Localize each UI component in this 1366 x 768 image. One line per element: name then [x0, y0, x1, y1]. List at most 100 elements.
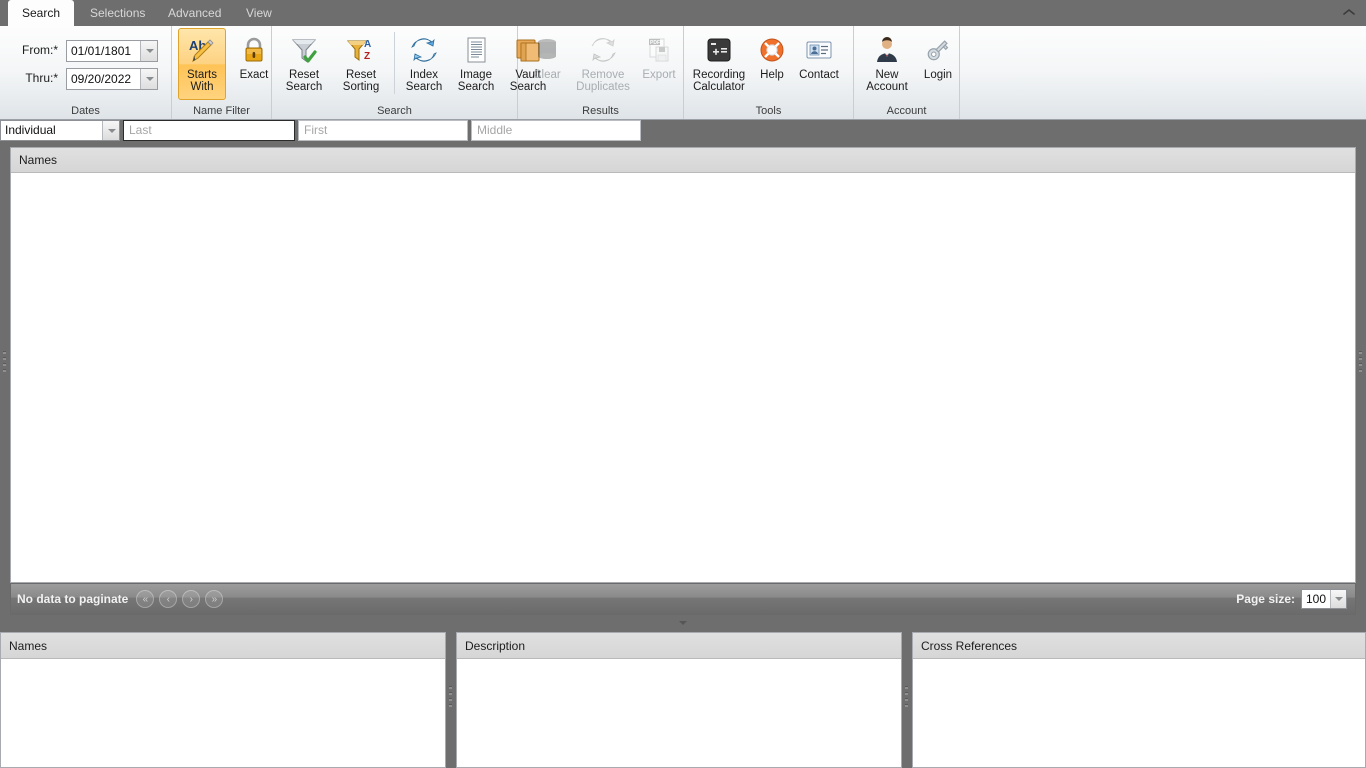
reset-search-label: Reset Search: [285, 69, 323, 93]
tab-selections-label: Selections: [90, 6, 146, 20]
record-type-select[interactable]: Individual: [0, 120, 120, 141]
right-splitter[interactable]: [1356, 147, 1366, 583]
ribbon-group-results: Clear Remove Duplicates PDF Export Resul…: [518, 26, 684, 119]
left-splitter[interactable]: [0, 147, 10, 583]
contact-button[interactable]: Contact: [794, 28, 844, 82]
recycle-arrows-icon: [588, 33, 618, 67]
reset-sorting-label: Reset Sorting: [342, 69, 380, 93]
clear-button[interactable]: Clear: [524, 28, 570, 82]
chevron-down-icon[interactable]: [102, 121, 119, 140]
from-date-dropdown-icon[interactable]: [140, 41, 157, 61]
ribbon: From:* 01/01/1801 Thru:* 09/20/2022 Date…: [0, 26, 1366, 120]
svg-text:Z: Z: [364, 51, 370, 62]
double-chevron-left-icon[interactable]: «: [136, 590, 155, 608]
calculator-icon: [704, 33, 734, 67]
remove-duplicates-button[interactable]: Remove Duplicates: [572, 28, 634, 94]
reset-sorting-button[interactable]: A Z Reset Sorting: [334, 28, 388, 94]
collapse-arrow-icon[interactable]: [677, 620, 689, 627]
first-name-input[interactable]: First: [298, 120, 468, 141]
thru-date-label: Thru:*: [25, 71, 58, 85]
ribbon-group-account-label: Account: [886, 105, 927, 117]
page-size-controls: Page size: 100: [1236, 589, 1355, 609]
chevron-up-icon[interactable]: [1340, 4, 1358, 22]
page-size-dropdown-icon[interactable]: [1330, 590, 1346, 608]
funnel-check-icon: [289, 33, 319, 67]
document-lines-icon: [461, 33, 491, 67]
new-account-button[interactable]: New Account: [858, 28, 916, 94]
page-size-label: Page size:: [1236, 592, 1295, 606]
svg-text:PDF: PDF: [650, 40, 660, 46]
ribbon-group-tools-label: Tools: [755, 105, 782, 117]
panel-description-header[interactable]: Description: [457, 633, 901, 659]
ribbon-group-results-label: Results: [582, 105, 619, 117]
panel-cross-references-header[interactable]: Cross References: [913, 633, 1365, 659]
ribbon-group-search: Reset Search A Z Reset Sorting Index Sea…: [272, 26, 546, 119]
from-date-picker[interactable]: 01/01/1801: [66, 40, 158, 62]
tab-selections[interactable]: Selections: [76, 0, 159, 26]
clear-label: Clear: [533, 69, 561, 81]
results-grid-header-names[interactable]: Names: [11, 148, 1355, 173]
from-date-label: From:*: [22, 43, 58, 57]
splitter-names-description[interactable]: [446, 632, 456, 768]
grip-dots-icon: [3, 351, 6, 379]
tab-advanced-label: Advanced: [168, 6, 222, 20]
search-criteria-bar: Individual Last First Middle: [0, 120, 1366, 147]
help-label: Help: [760, 69, 784, 81]
ribbon-group-account: New Account Login Account: [854, 26, 960, 119]
panel-cross-references: Cross References: [912, 632, 1366, 768]
results-grid-body[interactable]: [11, 173, 1355, 582]
middle-name-input[interactable]: Middle: [471, 120, 641, 141]
reset-search-button[interactable]: Reset Search: [278, 28, 330, 94]
padlock-icon: [240, 33, 268, 67]
splitter-description-crossrefs[interactable]: [902, 632, 912, 768]
login-label: Login: [923, 69, 953, 81]
ribbon-tab-bar: Search Selections Advanced View: [0, 0, 1366, 26]
index-search-button[interactable]: Index Search: [400, 28, 448, 94]
tab-search[interactable]: Search: [8, 0, 75, 26]
person-suit-icon: [872, 33, 902, 67]
chevron-left-icon[interactable]: ‹: [159, 590, 178, 608]
pagination-message: No data to paginate: [17, 592, 129, 606]
tab-search-label: Search: [22, 6, 61, 20]
starts-with-button[interactable]: Ab Starts With: [178, 28, 226, 100]
double-chevron-right-icon[interactable]: »: [205, 590, 224, 608]
horizontal-splitter[interactable]: [0, 615, 1366, 632]
contact-card-icon: [804, 33, 834, 67]
remove-duplicates-label: Remove Duplicates: [576, 69, 630, 93]
grip-dots-icon: [1359, 351, 1362, 379]
panel-description: Description: [456, 632, 902, 768]
contact-label: Contact: [799, 69, 839, 81]
chevron-right-icon[interactable]: ›: [182, 590, 201, 608]
exact-label: Exact: [239, 69, 269, 81]
grip-dots-icon: [449, 686, 452, 714]
export-label: Export: [642, 69, 676, 81]
panel-names-header[interactable]: Names: [1, 633, 445, 659]
help-button[interactable]: Help: [754, 28, 790, 82]
pdf-save-icon: PDF: [644, 33, 674, 67]
thru-date-picker[interactable]: 09/20/2022: [66, 68, 158, 90]
key-icon: [923, 33, 953, 67]
image-search-button[interactable]: Image Search: [452, 28, 500, 94]
tab-advanced[interactable]: Advanced: [154, 0, 235, 26]
lifebuoy-icon: [757, 33, 787, 67]
recording-calculator-button[interactable]: Recording Calculator: [688, 28, 750, 94]
image-search-label: Image Search: [457, 69, 495, 93]
panel-names: Names: [0, 632, 446, 768]
tab-view-label: View: [246, 6, 272, 20]
page-size-select[interactable]: 100: [1301, 589, 1347, 609]
funnel-az-icon: A Z: [346, 33, 376, 67]
starts-with-label: Starts With: [186, 69, 218, 93]
page-size-value: 100: [1306, 592, 1327, 606]
recording-calculator-label: Recording Calculator: [692, 69, 746, 93]
tab-view[interactable]: View: [232, 0, 286, 26]
thru-date-dropdown-icon[interactable]: [140, 69, 157, 89]
refresh-arrows-icon: [409, 33, 439, 67]
login-button[interactable]: Login: [918, 28, 958, 82]
ribbon-group-name-filter: Ab Starts With Exact Name Filter: [172, 26, 272, 119]
export-button[interactable]: PDF Export: [636, 28, 682, 82]
ribbon-group-dates-label: Dates: [71, 105, 100, 117]
pagination-controls: No data to paginate « ‹ › »: [11, 590, 228, 608]
grip-dots-icon: [905, 686, 908, 714]
last-name-input[interactable]: Last: [123, 120, 295, 141]
exact-button[interactable]: Exact: [232, 28, 276, 100]
